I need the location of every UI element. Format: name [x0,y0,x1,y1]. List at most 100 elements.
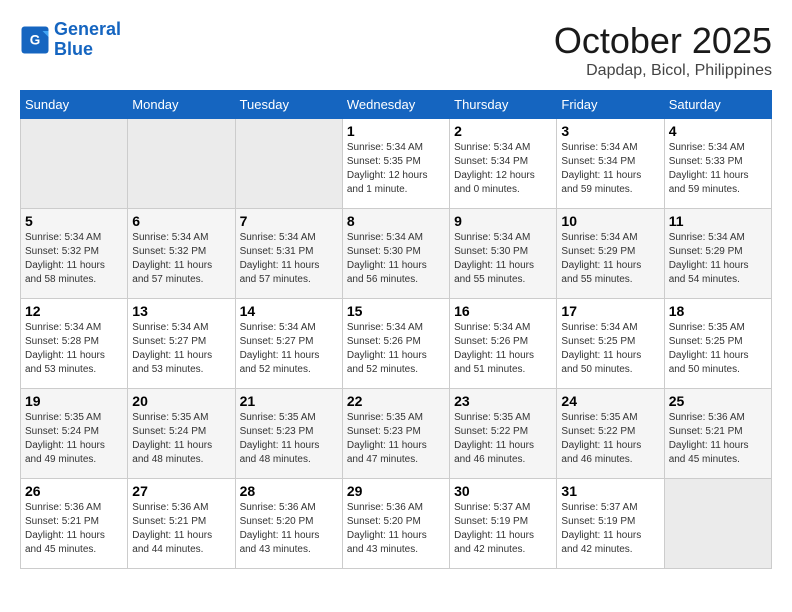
day-info: Sunrise: 5:35 AM Sunset: 5:22 PM Dayligh… [561,411,659,467]
logo: G General Blue [20,20,121,60]
calendar-cell: 13 Sunrise: 5:34 AM Sunset: 5:27 PM Dayli… [128,299,235,389]
day-number: 18 [669,303,767,319]
day-info: Sunrise: 5:35 AM Sunset: 5:25 PM Dayligh… [669,321,767,377]
calendar-cell [128,119,235,209]
page-header: G General Blue October 2025 Dapdap, Bico… [20,20,772,80]
calendar-cell: 31 Sunrise: 5:37 AM Sunset: 5:19 PM Dayli… [557,479,664,569]
weekday-header-thursday: Thursday [450,91,557,119]
day-number: 10 [561,213,659,229]
day-number: 20 [132,393,230,409]
calendar-cell: 14Sunrise: 5:34 AM Sunset: 5:27 PM Dayli… [235,299,342,389]
weekday-header-sunday: Sunday [21,91,128,119]
calendar-cell: 22Sunrise: 5:35 AM Sunset: 5:23 PM Dayli… [342,389,449,479]
day-number: 19 [25,393,123,409]
day-number: 13 [132,303,230,319]
day-info: Sunrise: 5:34 AM Sunset: 5:27 PM Dayligh… [132,321,230,377]
calendar-week-3: 12 Sunrise: 5:34 AM Sunset: 5:28 PM Dayli… [21,299,772,389]
svg-text:G: G [30,32,41,47]
day-info: Sunrise: 5:34 AM Sunset: 5:30 PM Dayligh… [347,231,445,287]
day-info: Sunrise: 5:34 AM Sunset: 5:28 PM Dayligh… [25,321,123,377]
day-number: 14 [240,303,338,319]
day-number: 25 [669,393,767,409]
day-info: Sunrise: 5:34 AM Sunset: 5:33 PM Dayligh… [669,141,767,197]
weekday-header-monday: Monday [128,91,235,119]
day-number: 8 [347,213,445,229]
day-info: Sunrise: 5:34 AM Sunset: 5:35 PM Dayligh… [347,141,445,197]
day-number: 3 [561,123,659,139]
day-info: Sunrise: 5:34 AM Sunset: 5:34 PM Dayligh… [561,141,659,197]
day-info: Sunrise: 5:34 AM Sunset: 5:30 PM Dayligh… [454,231,552,287]
calendar-week-5: 26 Sunrise: 5:36 AM Sunset: 5:21 PM Dayli… [21,479,772,569]
calendar-cell: 24Sunrise: 5:35 AM Sunset: 5:22 PM Dayli… [557,389,664,479]
calendar-week-2: 5 Sunrise: 5:34 AM Sunset: 5:32 PM Daylig… [21,209,772,299]
day-number: 17 [561,303,659,319]
day-number: 21 [240,393,338,409]
day-info: Sunrise: 5:35 AM Sunset: 5:22 PM Dayligh… [454,411,552,467]
calendar-cell: 27 Sunrise: 5:36 AM Sunset: 5:21 PM Dayli… [128,479,235,569]
day-info: Sunrise: 5:36 AM Sunset: 5:20 PM Dayligh… [240,501,338,557]
title-block: October 2025 Dapdap, Bicol, Philippines [554,20,772,80]
day-info: Sunrise: 5:36 AM Sunset: 5:21 PM Dayligh… [132,501,230,557]
calendar-cell: 9 Sunrise: 5:34 AM Sunset: 5:30 PM Daylig… [450,209,557,299]
calendar-cell: 1 Sunrise: 5:34 AM Sunset: 5:35 PM Daylig… [342,119,449,209]
day-info: Sunrise: 5:34 AM Sunset: 5:32 PM Dayligh… [25,231,123,287]
calendar-cell: 29Sunrise: 5:36 AM Sunset: 5:20 PM Dayli… [342,479,449,569]
calendar-cell: 6 Sunrise: 5:34 AM Sunset: 5:32 PM Daylig… [128,209,235,299]
day-number: 16 [454,303,552,319]
day-info: Sunrise: 5:34 AM Sunset: 5:25 PM Dayligh… [561,321,659,377]
calendar-cell: 26 Sunrise: 5:36 AM Sunset: 5:21 PM Dayli… [21,479,128,569]
day-number: 26 [25,483,123,499]
calendar-cell: 2 Sunrise: 5:34 AM Sunset: 5:34 PM Daylig… [450,119,557,209]
calendar-cell: 28 Sunrise: 5:36 AM Sunset: 5:20 PM Dayli… [235,479,342,569]
calendar-cell: 5 Sunrise: 5:34 AM Sunset: 5:32 PM Daylig… [21,209,128,299]
day-info: Sunrise: 5:36 AM Sunset: 5:21 PM Dayligh… [25,501,123,557]
day-info: Sunrise: 5:34 AM Sunset: 5:29 PM Dayligh… [669,231,767,287]
calendar-cell: 11 Sunrise: 5:34 AM Sunset: 5:29 PM Dayli… [664,209,771,299]
day-info: Sunrise: 5:35 AM Sunset: 5:24 PM Dayligh… [25,411,123,467]
day-number: 31 [561,483,659,499]
day-number: 9 [454,213,552,229]
calendar-week-1: 1 Sunrise: 5:34 AM Sunset: 5:35 PM Daylig… [21,119,772,209]
logo-text: General Blue [54,20,121,60]
day-number: 12 [25,303,123,319]
day-info: Sunrise: 5:34 AM Sunset: 5:31 PM Dayligh… [240,231,338,287]
day-info: Sunrise: 5:34 AM Sunset: 5:26 PM Dayligh… [347,321,445,377]
day-number: 5 [25,213,123,229]
day-number: 30 [454,483,552,499]
calendar-cell: 18 Sunrise: 5:35 AM Sunset: 5:25 PM Dayli… [664,299,771,389]
day-info: Sunrise: 5:34 AM Sunset: 5:34 PM Dayligh… [454,141,552,197]
calendar-cell [21,119,128,209]
day-info: Sunrise: 5:35 AM Sunset: 5:23 PM Dayligh… [240,411,338,467]
day-number: 6 [132,213,230,229]
day-number: 27 [132,483,230,499]
day-info: Sunrise: 5:35 AM Sunset: 5:24 PM Dayligh… [132,411,230,467]
calendar-cell: 10Sunrise: 5:34 AM Sunset: 5:29 PM Dayli… [557,209,664,299]
calendar-cell: 17 Sunrise: 5:34 AM Sunset: 5:25 PM Dayli… [557,299,664,389]
day-number: 28 [240,483,338,499]
calendar-cell [664,479,771,569]
logo-line2: Blue [54,39,93,59]
logo-line1: General [54,19,121,39]
calendar-cell: 23Sunrise: 5:35 AM Sunset: 5:22 PM Dayli… [450,389,557,479]
calendar-cell: 21 Sunrise: 5:35 AM Sunset: 5:23 PM Dayli… [235,389,342,479]
calendar-table: SundayMondayTuesdayWednesdayThursdayFrid… [20,90,772,569]
calendar-week-4: 19 Sunrise: 5:35 AM Sunset: 5:24 PM Dayli… [21,389,772,479]
location: Dapdap, Bicol, Philippines [554,62,772,80]
day-number: 15 [347,303,445,319]
weekday-header-wednesday: Wednesday [342,91,449,119]
weekday-header-saturday: Saturday [664,91,771,119]
day-number: 29 [347,483,445,499]
day-info: Sunrise: 5:37 AM Sunset: 5:19 PM Dayligh… [454,501,552,557]
calendar-cell: 12 Sunrise: 5:34 AM Sunset: 5:28 PM Dayli… [21,299,128,389]
day-number: 2 [454,123,552,139]
calendar-cell: 15 Sunrise: 5:34 AM Sunset: 5:26 PM Dayli… [342,299,449,389]
day-info: Sunrise: 5:35 AM Sunset: 5:23 PM Dayligh… [347,411,445,467]
calendar-cell: 7Sunrise: 5:34 AM Sunset: 5:31 PM Daylig… [235,209,342,299]
day-info: Sunrise: 5:34 AM Sunset: 5:32 PM Dayligh… [132,231,230,287]
calendar-cell [235,119,342,209]
calendar-cell: 30 Sunrise: 5:37 AM Sunset: 5:19 PM Dayli… [450,479,557,569]
day-number: 1 [347,123,445,139]
calendar-body: 1 Sunrise: 5:34 AM Sunset: 5:35 PM Daylig… [21,119,772,569]
day-number: 11 [669,213,767,229]
day-info: Sunrise: 5:37 AM Sunset: 5:19 PM Dayligh… [561,501,659,557]
